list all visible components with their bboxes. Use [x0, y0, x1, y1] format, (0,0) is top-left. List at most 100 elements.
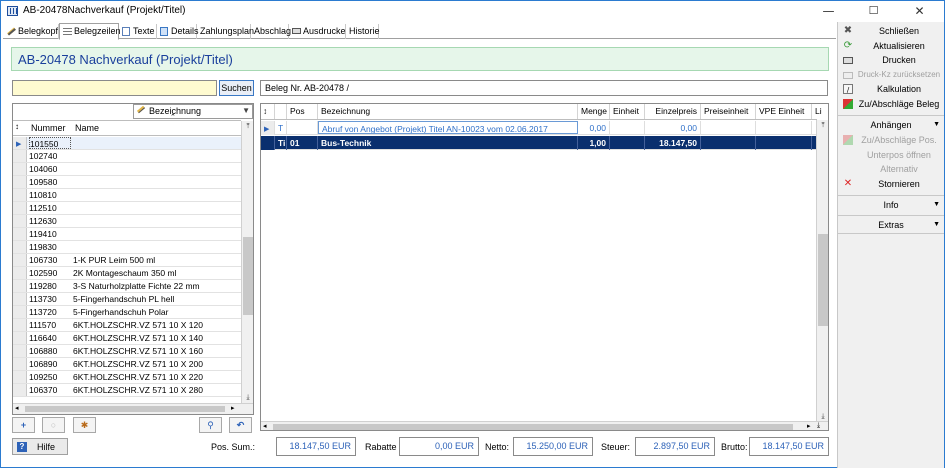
tab-abschlag[interactable]: Abschlag [251, 24, 291, 39]
row-selector[interactable] [13, 228, 27, 240]
disabled-tool-button[interactable]: ○ [42, 417, 65, 433]
row-selector[interactable] [13, 189, 27, 201]
calculation-action[interactable]: / Kalkulation [838, 82, 944, 96]
list-item[interactable]: 102740 [13, 150, 241, 163]
cancel-action[interactable]: ✕ Stornieren [838, 177, 944, 191]
list-item[interactable]: 112630 [13, 215, 241, 228]
alternative-action[interactable]: Alternativ [838, 162, 944, 176]
list-item[interactable]: 119830 [13, 241, 241, 254]
row-selector[interactable] [13, 202, 27, 214]
hscroll-thumb[interactable] [25, 406, 225, 412]
row-selector[interactable] [13, 332, 27, 344]
column-header-pos[interactable]: Pos [287, 104, 318, 119]
list-item[interactable]: 111570 6KT.HOLZSCHR.VZ 571 10 X 120 [13, 319, 241, 332]
column-header-bezeichnung[interactable]: Bezeichnung [318, 104, 578, 119]
list-item[interactable]: 119280 3-S Naturholzplatte Fichte 22 mm [13, 280, 241, 293]
list-item[interactable]: ▶ 101550 [13, 137, 241, 150]
position-row[interactable]: Ti 01 Bus-Technik 1,00 18.147,50 [261, 136, 817, 150]
row-selector[interactable] [13, 163, 27, 175]
column-header-vpe-einheit[interactable]: VPE Einheit [756, 104, 812, 119]
help-button[interactable]: ? Hilfe [12, 438, 68, 455]
extras-group[interactable]: Extras ▼ [838, 215, 944, 233]
tab-zahlungsplan[interactable]: Zahlungsplan [197, 24, 254, 39]
anhaengen-group[interactable]: Anhängen ▼ [838, 115, 944, 133]
column-header-lie[interactable]: Lie [812, 104, 822, 119]
minimize-button[interactable]: — [806, 1, 851, 21]
tab-belegzeilen[interactable]: Belegzeilen [59, 23, 121, 40]
row-selector[interactable] [13, 176, 27, 188]
row-selector[interactable] [13, 345, 27, 357]
column-header-menge[interactable]: Menge [578, 104, 610, 119]
row-selector[interactable] [13, 293, 27, 305]
tab-details[interactable]: Details [157, 24, 199, 39]
article-info-button[interactable]: ✱ [73, 417, 96, 433]
row-selector[interactable] [13, 358, 27, 370]
sort-arrows-icon[interactable]: ↕ [15, 122, 19, 131]
list-item[interactable]: 109250 6KT.HOLZSCHR.VZ 571 10 X 220 [13, 371, 241, 384]
scroll-bottom-icon[interactable]: ⤓ [242, 392, 253, 403]
column-header-preiseinheit[interactable]: Preiseinheit [701, 104, 756, 119]
tab-historie[interactable]: Historie [346, 24, 380, 39]
column-header-einheit[interactable]: Einheit [610, 104, 645, 119]
hscroll-thumb[interactable] [273, 424, 793, 430]
tab-texte[interactable]: Texte [119, 24, 157, 39]
add-article-button[interactable]: + [12, 417, 35, 433]
close-window-button[interactable]: ✕ [896, 1, 943, 21]
grid-vscrollbar[interactable]: ⤒ ⤓ [816, 120, 828, 422]
list-item[interactable]: 116640 6KT.HOLZSCHR.VZ 571 10 X 140 [13, 332, 241, 345]
search-input[interactable] [12, 80, 217, 96]
position-row[interactable]: ▶ T Abruf von Angebot (Projekt) Titel AN-1… [261, 121, 817, 135]
refresh-action[interactable]: ⟳ Aktualisieren [838, 39, 944, 53]
scroll-thumb[interactable] [818, 234, 828, 326]
list-item[interactable]: 102590 2K Montageschaum 350 ml [13, 267, 241, 280]
open-subpos-action[interactable]: Unterpos öffnen [838, 148, 944, 162]
tab-belegkopf[interactable]: Belegkopf [4, 24, 59, 39]
row-selector[interactable] [261, 136, 275, 150]
row-selector[interactable]: ▶ [261, 121, 275, 135]
row-selector[interactable] [13, 384, 27, 396]
tab-ausdrucke[interactable]: Ausdrucke [289, 24, 346, 39]
row-selector[interactable] [13, 319, 27, 331]
reset-print-flag-action[interactable]: Druck-Kz zurücksetzen [838, 68, 944, 82]
scroll-left-icon[interactable]: ◂ [15, 404, 19, 414]
info-group[interactable]: Info ▼ [838, 195, 944, 213]
list-item[interactable]: 113720 5-Fingerhandschuh Polar [13, 306, 241, 319]
row-selector[interactable] [13, 267, 27, 279]
row-selector[interactable] [13, 254, 27, 266]
list-item[interactable]: 113730 5-Fingerhandschuh PL hell [13, 293, 241, 306]
row-selector[interactable] [13, 215, 27, 227]
list-item[interactable]: 119410 [13, 228, 241, 241]
close-action[interactable]: ✖ Schließen [838, 24, 944, 38]
list-vscrollbar[interactable]: ⤒ ⤓ [241, 121, 253, 403]
column-header-nummer[interactable]: Nummer [31, 123, 66, 133]
column-header-einzelpreis[interactable]: Einzelpreis [645, 104, 701, 119]
list-item[interactable]: 112510 [13, 202, 241, 215]
list-item[interactable]: 106890 6KT.HOLZSCHR.VZ 571 10 X 200 [13, 358, 241, 371]
row-selector[interactable] [13, 280, 27, 292]
scroll-right-icon[interactable]: ▸ [807, 422, 811, 430]
column-header-name[interactable]: Name [75, 123, 99, 133]
sort-arrows-icon[interactable]: ↕ [261, 104, 275, 119]
maximize-button[interactable]: ☐ [851, 1, 896, 21]
list-item[interactable]: 110810 [13, 189, 241, 202]
surcharge-beleg-action[interactable]: Zu/Abschläge Beleg [838, 97, 944, 111]
search-tool-button[interactable]: ⚲ [199, 417, 222, 433]
sort-select[interactable]: Bezeichnung ▼ [133, 104, 253, 119]
scroll-bottom-icon[interactable]: ⤓ [817, 421, 820, 430]
list-item[interactable]: 106880 6KT.HOLZSCHR.VZ 571 10 X 160 [13, 345, 241, 358]
row-selector[interactable] [13, 371, 27, 383]
row-selector[interactable] [13, 241, 27, 253]
list-item[interactable]: 106730 1-K PUR Leim 500 ml [13, 254, 241, 267]
list-hscrollbar[interactable]: ◂ ▸ [13, 403, 253, 414]
list-item[interactable]: 104060 [13, 163, 241, 176]
row-selector[interactable] [13, 306, 27, 318]
list-item[interactable]: 109580 [13, 176, 241, 189]
search-button[interactable]: Suchen [219, 80, 254, 96]
beleg-field[interactable]: Beleg Nr. AB-20478 / [260, 80, 828, 96]
surcharge-pos-action[interactable]: Zu/Abschläge Pos. [838, 133, 944, 147]
scroll-top-icon[interactable]: ⤒ [817, 120, 828, 131]
scroll-top-icon[interactable]: ⤒ [242, 121, 253, 132]
print-action[interactable]: Drucken [838, 53, 944, 67]
row-selector[interactable]: ▶ [13, 137, 27, 149]
scroll-thumb[interactable] [243, 237, 253, 315]
